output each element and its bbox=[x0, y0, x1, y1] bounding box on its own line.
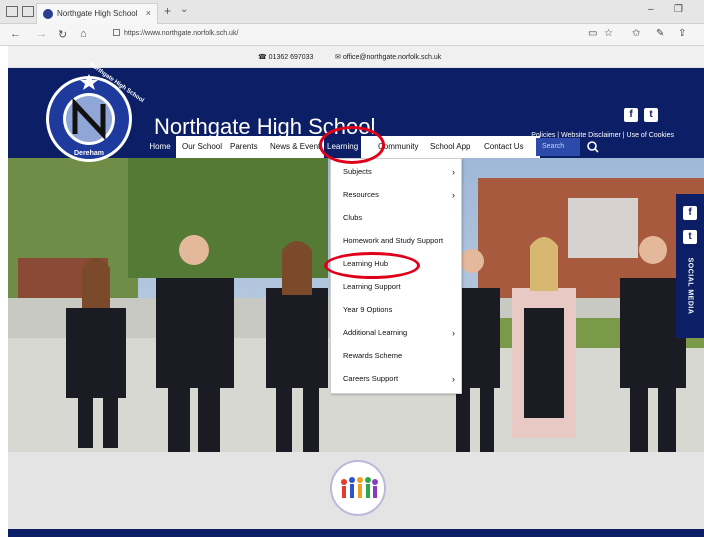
email-icon: ✉ bbox=[335, 54, 343, 61]
tab-preview-icon[interactable] bbox=[22, 6, 34, 17]
crest-place: Dereham bbox=[74, 150, 104, 157]
facebook-icon[interactable]: f bbox=[624, 108, 638, 122]
favorite-star-icon[interactable]: ☆ bbox=[604, 28, 613, 39]
contact-strip: ☎ 01362 697033 ✉ office@northgate.norfol… bbox=[8, 46, 704, 68]
chevron-right-icon: › bbox=[452, 328, 455, 338]
search-icon bbox=[587, 141, 599, 153]
nav-parents[interactable]: Parents bbox=[230, 136, 258, 158]
nav-our-school[interactable]: Our School bbox=[182, 136, 222, 158]
lock-icon bbox=[113, 29, 120, 36]
nav-contact-us[interactable]: Contact Us bbox=[484, 136, 524, 158]
screenshot-frame: Northgate High School × + ⌄ – ❐ ← → ↻ ⌂ … bbox=[0, 0, 704, 537]
browser-tab-bar: Northgate High School × + ⌄ – ❐ bbox=[0, 0, 704, 24]
school-crest[interactable]: Northgate High School Dereham bbox=[44, 62, 145, 170]
menu-item-resources[interactable]: Resources › bbox=[331, 184, 463, 206]
twitter-icon[interactable]: t bbox=[644, 108, 658, 122]
twitter-icon[interactable]: t bbox=[683, 230, 697, 244]
url-text: https://www.northgate.norfolk.sch.uk/ bbox=[124, 30, 239, 37]
tab-actions-icon[interactable] bbox=[6, 6, 18, 17]
menu-item-additional-learning[interactable]: Additional Learning › bbox=[331, 322, 463, 344]
search-button[interactable] bbox=[580, 138, 606, 156]
refresh-icon[interactable]: ↻ bbox=[58, 28, 67, 41]
menu-item-rewards-scheme[interactable]: Rewards Scheme bbox=[331, 345, 463, 367]
restore-button[interactable]: ❐ bbox=[674, 4, 683, 15]
learning-dropdown-menu: Subjects › Resources › Clubs Homework and … bbox=[330, 158, 462, 394]
people-logo-icon bbox=[341, 477, 378, 498]
favorites-list-icon[interactable]: ✩ bbox=[632, 28, 640, 39]
menu-item-subjects[interactable]: Subjects › bbox=[331, 161, 463, 183]
reading-view-icon[interactable]: ▭ bbox=[588, 28, 597, 39]
browser-address-bar: ← → ↻ ⌂ https://www.northgate.norfolk.sc… bbox=[0, 24, 704, 46]
menu-item-learning-support[interactable]: Learning Support bbox=[331, 276, 463, 298]
facebook-icon[interactable]: f bbox=[683, 206, 697, 220]
tab-menu-icon[interactable]: ⌄ bbox=[180, 4, 188, 15]
phone-number[interactable]: ☎ 01362 697033 bbox=[258, 53, 313, 61]
menu-item-careers-support[interactable]: Careers Support › bbox=[331, 368, 463, 390]
chevron-right-icon: › bbox=[452, 190, 455, 200]
new-tab-button[interactable]: + bbox=[164, 4, 171, 18]
favicon-icon bbox=[43, 9, 53, 19]
menu-item-learning-hub[interactable]: Learning Hub bbox=[331, 253, 463, 275]
nav-home[interactable]: Home bbox=[144, 136, 176, 158]
website: ☎ 01362 697033 ✉ office@northgate.norfol… bbox=[8, 46, 704, 537]
nav-news-events[interactable]: News & Event bbox=[270, 136, 320, 158]
chevron-right-icon: › bbox=[452, 167, 455, 177]
nav-learning[interactable]: Learning bbox=[324, 136, 362, 158]
menu-item-clubs[interactable]: Clubs bbox=[331, 207, 463, 229]
phone-icon: ☎ bbox=[258, 54, 269, 61]
forward-icon[interactable]: → bbox=[36, 28, 47, 40]
menu-item-homework-study-support[interactable]: Homework and Study Support bbox=[331, 230, 463, 252]
search-input[interactable]: Search bbox=[536, 138, 580, 156]
chevron-right-icon: › bbox=[452, 374, 455, 384]
pen-icon[interactable]: ✎ bbox=[656, 28, 664, 39]
close-icon[interactable]: × bbox=[146, 8, 151, 18]
menu-item-year-9-options[interactable]: Year 9 Options bbox=[331, 299, 463, 321]
social-media-label: SOCIAL MEDIA bbox=[686, 257, 694, 315]
url-field[interactable]: https://www.northgate.norfolk.sch.uk/ bbox=[113, 29, 238, 37]
email-address[interactable]: ✉ office@northgate.norfolk.sch.uk bbox=[335, 53, 441, 61]
home-icon[interactable]: ⌂ bbox=[80, 28, 87, 40]
nav-school-app[interactable]: School App bbox=[430, 136, 470, 158]
tab-title: Northgate High School bbox=[57, 9, 138, 18]
back-icon[interactable]: ← bbox=[10, 28, 21, 40]
community-logo bbox=[330, 460, 386, 516]
nav-community[interactable]: Community bbox=[378, 136, 418, 158]
footer-bar bbox=[8, 529, 704, 537]
share-icon[interactable]: ⇪ bbox=[678, 28, 686, 39]
social-media-tab[interactable]: f t SOCIAL MEDIA bbox=[676, 194, 704, 338]
minimize-button[interactable]: – bbox=[648, 4, 654, 15]
browser-tab[interactable]: Northgate High School × bbox=[36, 3, 158, 24]
